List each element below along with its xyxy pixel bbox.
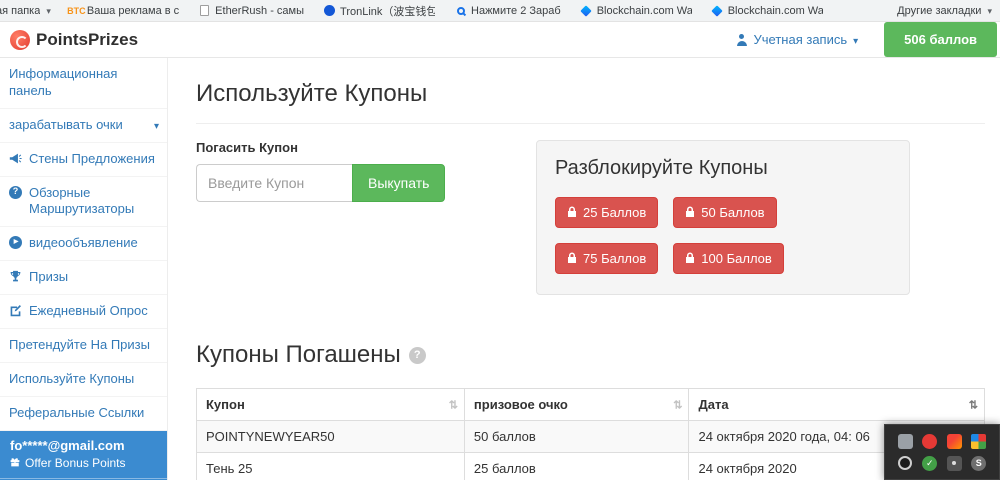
- system-tray-flyout: [884, 424, 1000, 480]
- sort-arrows-icon: [449, 398, 458, 411]
- bookmark-label: EtherRush - самы: [215, 5, 304, 17]
- points-badge[interactable]: 506 баллов: [884, 22, 997, 57]
- chevron-down-icon: [45, 5, 51, 17]
- document-icon: [200, 5, 209, 16]
- lock-icon: [685, 205, 695, 220]
- gift-icon: [10, 456, 20, 470]
- sidebar: Информационная панель зарабатывать очки …: [0, 58, 168, 480]
- column-header-points[interactable]: призовое очко: [464, 389, 689, 421]
- bookmark-label: ая папка: [0, 5, 40, 17]
- play-circle-icon: [9, 236, 22, 249]
- lock-icon: [567, 205, 577, 220]
- megaphone-icon: [9, 152, 22, 165]
- coupon-input[interactable]: [196, 164, 352, 202]
- sidebar-item-claim-prizes[interactable]: Претендуйте На Призы: [0, 329, 167, 363]
- bookmark-item[interactable]: Blockchain.com Wa: [712, 5, 823, 17]
- bookmark-item[interactable]: EtherRush - самы: [199, 5, 304, 17]
- divider: [196, 123, 985, 124]
- page-title: Используйте Купоны: [196, 80, 985, 108]
- media-player-icon[interactable]: [898, 456, 912, 470]
- chevron-down-icon: [154, 117, 159, 134]
- user-icon: [736, 34, 748, 46]
- help-icon[interactable]: [409, 347, 426, 364]
- sidebar-item-offer-walls[interactable]: Стены Предложения: [0, 143, 167, 177]
- sidebar-item-video-ads[interactable]: видеообъявление: [0, 227, 167, 261]
- bookmark-label: Blockchain.com Wa: [597, 5, 692, 17]
- referral-sub-label: Offer Bonus Points: [25, 456, 126, 470]
- site-header: PointsPrizes Учетная запись 506 баллов: [0, 22, 1000, 58]
- sidebar-item-referral-links[interactable]: Реферальные Ссылки: [0, 397, 167, 431]
- redeemed-coupons-title: Купоны Погашены: [196, 341, 985, 369]
- sidebar-item-daily-poll[interactable]: Ежедневный Опрос: [0, 295, 167, 329]
- chevron-down-icon: [853, 32, 858, 47]
- unlock-50-button[interactable]: 50 Баллов: [673, 197, 776, 228]
- account-label: Учетная запись: [754, 32, 848, 47]
- key-icon[interactable]: [947, 456, 962, 471]
- sort-arrows-icon: [673, 398, 682, 411]
- bookmark-item[interactable]: TronLink（波宝钱包: [324, 3, 435, 19]
- redeem-coupon-label: Погасить Купон: [196, 140, 536, 155]
- redeemed-coupons-table: Купон призовое очко Дата POINTYNEWYEAR50…: [196, 388, 985, 480]
- survey-icon: [9, 304, 22, 317]
- btc-icon: BTC: [71, 5, 82, 16]
- other-bookmarks-button[interactable]: Другие закладки: [897, 5, 992, 17]
- column-header-date[interactable]: Дата: [689, 389, 985, 421]
- chevron-down-icon: [986, 5, 992, 17]
- bookmark-item[interactable]: BTC Ваша реклама в с: [71, 5, 179, 17]
- sidebar-item-prizes[interactable]: Призы: [0, 261, 167, 295]
- brand-name[interactable]: PointsPrizes: [36, 30, 138, 50]
- referral-bonus-item[interactable]: fo*****@gmail.com Offer Bonus Points: [0, 431, 167, 479]
- bookmark-item[interactable]: Нажмите 2 Зараб: [455, 5, 561, 17]
- redeem-button[interactable]: Выкупать: [352, 164, 445, 202]
- sidebar-item-earn-points[interactable]: зарабатывать очки: [0, 109, 167, 143]
- apps-grid-icon[interactable]: [971, 434, 986, 449]
- sidebar-item-survey-routers[interactable]: Обзорные Маршрутизаторы: [0, 177, 167, 228]
- bookmark-folder[interactable]: ая папка: [0, 5, 51, 17]
- blockchain-icon: [581, 5, 592, 16]
- bookmark-label: Ваша реклама в с: [87, 5, 179, 17]
- unlock-100-button[interactable]: 100 Баллов: [673, 243, 784, 274]
- main-content: Используйте Купоны Погасить Купон Выкупа…: [168, 58, 1000, 480]
- unlock-25-button[interactable]: 25 Баллов: [555, 197, 658, 228]
- bookmark-item[interactable]: Blockchain.com Wa: [581, 5, 692, 17]
- bookmarks-bar: ая папка BTC Ваша реклама в с EtherRush …: [0, 0, 1000, 22]
- bookmark-label: TronLink（波宝钱包: [340, 3, 435, 19]
- antivirus-check-icon[interactable]: [922, 456, 937, 471]
- sidebar-item-dashboard[interactable]: Информационная панель: [0, 58, 167, 109]
- sort-arrows-icon: [969, 398, 978, 411]
- unlock-panel-title: Разблокируйте Купоны: [555, 157, 891, 180]
- table-row: POINTYNEWYEAR50 50 баллов 24 октября 202…: [197, 421, 985, 453]
- record-icon[interactable]: [922, 434, 937, 449]
- photos-icon[interactable]: [947, 434, 962, 449]
- bookmark-label: Blockchain.com Wa: [728, 5, 823, 17]
- search-icon: [457, 7, 465, 15]
- trophy-icon: [9, 270, 22, 283]
- referral-email: fo*****@gmail.com: [10, 438, 157, 453]
- blockchain-icon: [712, 5, 723, 16]
- question-circle-icon: [9, 186, 22, 199]
- keyboard-icon[interactable]: [898, 434, 913, 449]
- account-menu[interactable]: Учетная запись: [736, 32, 859, 47]
- column-header-coupon[interactable]: Купон: [197, 389, 465, 421]
- unlock-coupons-panel: Разблокируйте Купоны 25 Баллов 50 Баллов…: [536, 140, 910, 295]
- unlock-75-button[interactable]: 75 Баллов: [555, 243, 658, 274]
- table-row: Тень 25 25 баллов 24 октября 2020: [197, 453, 985, 480]
- lock-icon: [567, 251, 577, 266]
- tronlink-icon: [324, 5, 335, 16]
- pointsprizes-logo-icon: [10, 30, 30, 50]
- skype-icon[interactable]: [971, 456, 986, 471]
- sidebar-item-use-coupons[interactable]: Используйте Купоны: [0, 363, 167, 397]
- lock-icon: [685, 251, 695, 266]
- bookmark-label: Нажмите 2 Зараб: [471, 5, 561, 17]
